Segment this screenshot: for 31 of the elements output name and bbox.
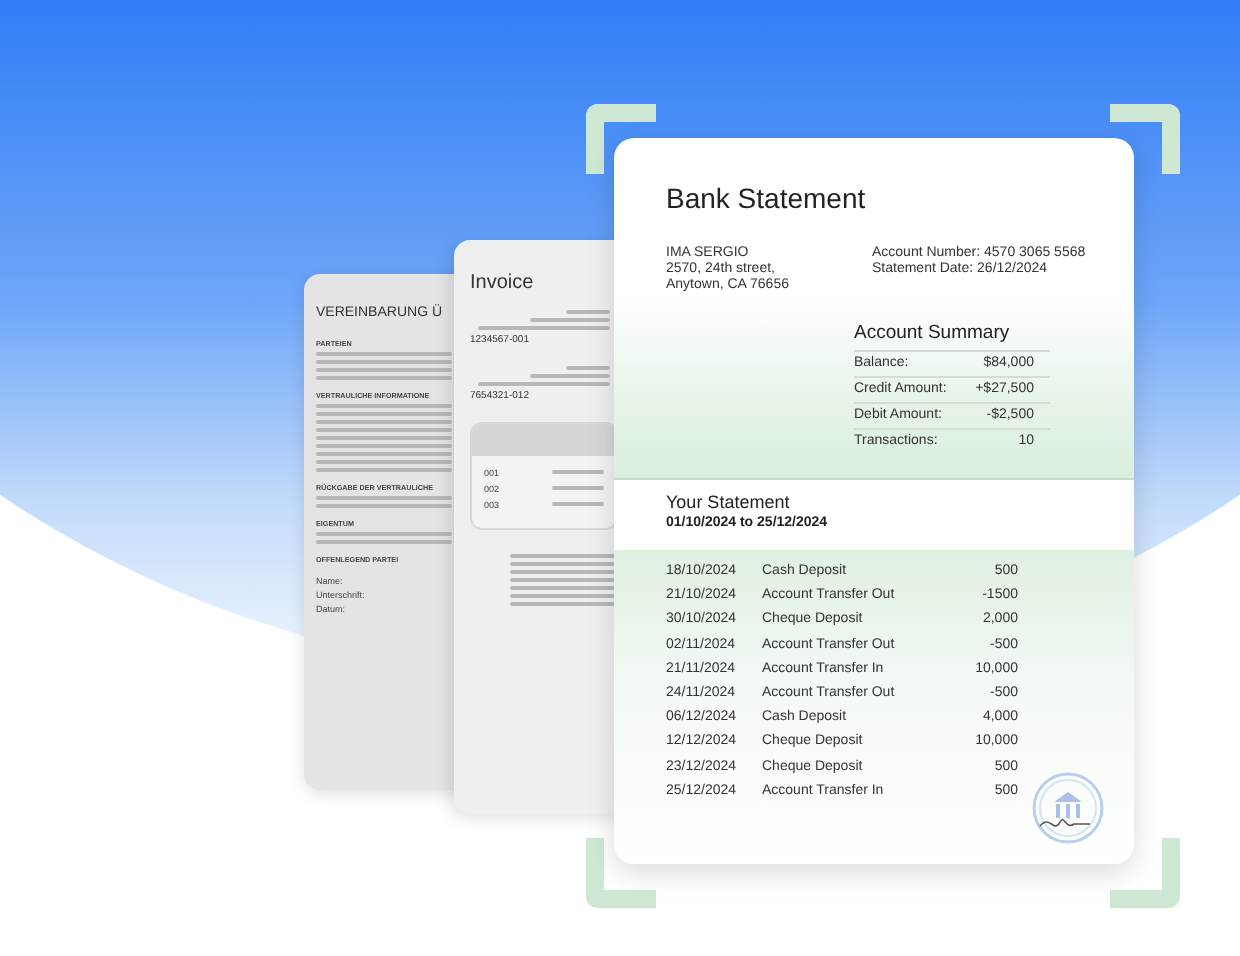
blurred-text-line [316, 444, 452, 448]
document-title: Bank Statement [664, 182, 868, 214]
blurred-text-line [552, 470, 604, 474]
blurred-text-line [552, 486, 604, 490]
blurred-text-line [316, 460, 452, 464]
blurred-text-line [552, 502, 604, 506]
bank-stamp-icon [1030, 770, 1106, 846]
blurred-text-line [478, 326, 610, 330]
summary-title: Account Summary [854, 322, 1012, 344]
document-title: Invoice [470, 272, 536, 294]
blurred-text-line [316, 352, 452, 356]
blurred-text-line [316, 504, 452, 508]
blurred-text-line [316, 376, 452, 380]
blurred-text-line [478, 382, 610, 386]
blurred-text-line [316, 412, 452, 416]
blurred-text-line [316, 540, 452, 544]
blurred-text-line [530, 318, 610, 322]
blurred-text-line [316, 468, 452, 472]
blurred-text-line [316, 368, 452, 372]
blurred-text-line [316, 532, 452, 536]
blurred-text-line [316, 452, 452, 456]
blurred-text-line [316, 428, 452, 432]
blurred-text-line [316, 404, 452, 408]
section-title: Your Statement [666, 492, 792, 512]
blurred-text-line [566, 366, 610, 370]
blurred-text-line [316, 496, 452, 500]
blurred-text-line [566, 310, 610, 314]
blurred-text-line [316, 436, 452, 440]
blurred-text-line [316, 420, 452, 424]
blurred-text-line [316, 360, 452, 364]
blurred-text-line [530, 374, 610, 378]
